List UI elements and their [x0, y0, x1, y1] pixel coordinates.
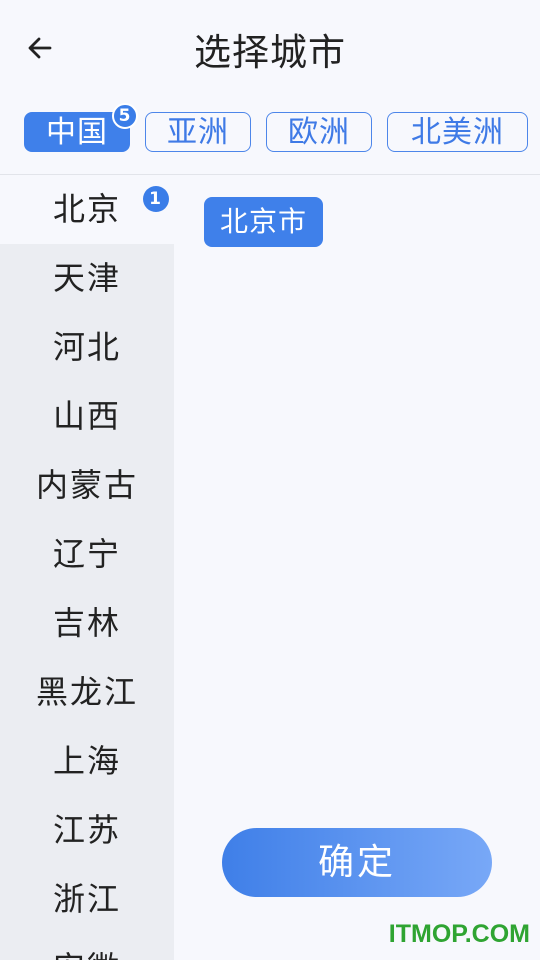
province-item-shanghai[interactable]: 上海: [0, 727, 174, 796]
region-tabs: 中国 5 亚洲 欧洲 北美洲: [0, 103, 540, 166]
back-button[interactable]: [18, 28, 62, 68]
tab-europe[interactable]: 欧洲: [266, 112, 372, 152]
tab-label: 亚洲: [167, 115, 229, 150]
tab-china[interactable]: 中国 5: [24, 103, 138, 152]
tab-label: 北美洲: [411, 115, 504, 150]
arrow-left-icon: [28, 37, 52, 59]
tab-north-america[interactable]: 北美洲: [387, 112, 528, 152]
province-label: 内蒙古: [35, 466, 138, 504]
province-item-inner-mongolia[interactable]: 内蒙古: [0, 451, 174, 520]
tab-asia[interactable]: 亚洲: [145, 112, 251, 152]
province-label: 山西: [52, 397, 121, 435]
province-label: 辽宁: [52, 535, 121, 573]
tab-label: 中国: [46, 115, 108, 150]
watermark: ITMOP.COM: [388, 920, 530, 948]
count-badge: 5: [112, 103, 138, 129]
province-label: 浙江: [52, 880, 121, 918]
province-label: 上海: [52, 742, 121, 780]
header: 选择城市: [0, 0, 540, 96]
confirm-button[interactable]: 确定: [222, 828, 492, 897]
province-label: 北京: [52, 190, 121, 228]
province-label: 天津: [52, 259, 121, 297]
province-item-jilin[interactable]: 吉林: [0, 589, 174, 658]
province-list[interactable]: 北京 1 天津 河北 山西 内蒙古 辽宁 吉林 黑龙江 上海 江苏 浙江 安徽: [0, 175, 174, 960]
province-item-shanxi[interactable]: 山西: [0, 382, 174, 451]
province-item-jiangsu[interactable]: 江苏: [0, 796, 174, 865]
tab-label: 欧洲: [288, 115, 350, 150]
count-badge: 1: [143, 186, 169, 212]
city-chip-beijing[interactable]: 北京市: [204, 197, 323, 247]
province-label: 江苏: [52, 811, 121, 849]
city-label: 北京市: [219, 205, 307, 238]
confirm-label: 确定: [317, 842, 396, 883]
province-label: 安徽: [53, 949, 121, 960]
province-item-heilongjiang[interactable]: 黑龙江: [0, 658, 174, 727]
page-title: 选择城市: [194, 31, 346, 74]
province-label: 吉林: [52, 604, 121, 642]
province-item-beijing[interactable]: 北京 1: [0, 175, 174, 244]
province-label: 黑龙江: [35, 673, 138, 711]
province-item-anhui[interactable]: 安徽: [0, 934, 174, 960]
province-item-tianjin[interactable]: 天津: [0, 244, 174, 313]
province-item-liaoning[interactable]: 辽宁: [0, 520, 174, 589]
province-label: 河北: [52, 328, 121, 366]
province-item-zhejiang[interactable]: 浙江: [0, 865, 174, 934]
province-item-hebei[interactable]: 河北: [0, 313, 174, 382]
